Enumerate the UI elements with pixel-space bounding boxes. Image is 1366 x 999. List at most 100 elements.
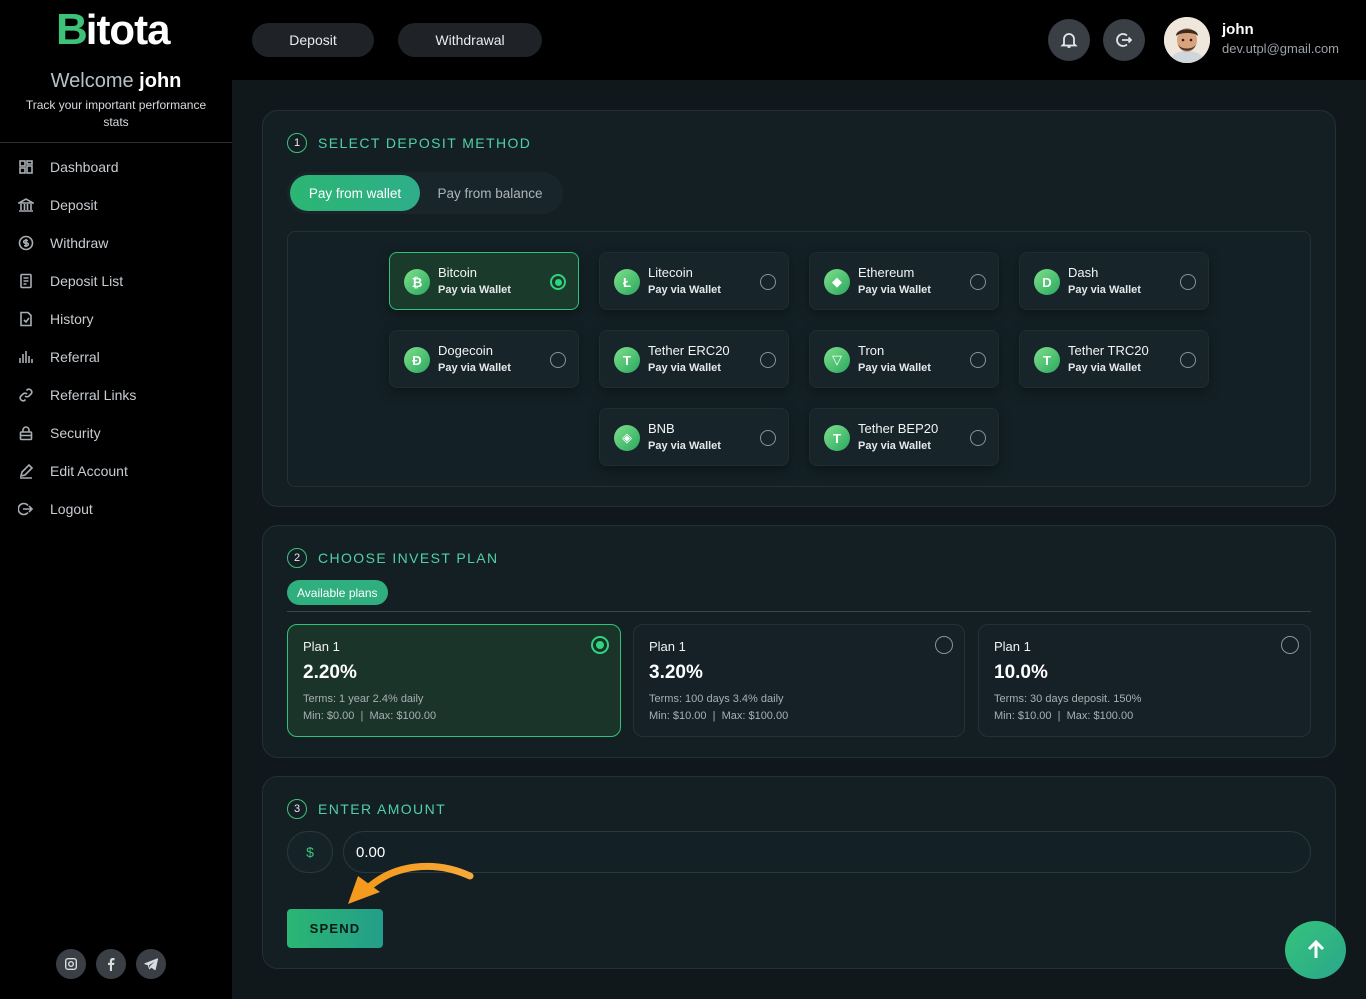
- lock-icon: [19, 426, 33, 441]
- facebook-icon: [108, 958, 115, 971]
- plan-limits: Min: $10.00 | Max: $100.00: [649, 710, 789, 722]
- bank-icon: [18, 198, 34, 212]
- tether-icon: T: [614, 347, 640, 373]
- method-radio[interactable]: [550, 274, 566, 290]
- sidebar-nav: Dashboard Deposit Withdraw Deposit List …: [0, 148, 232, 528]
- step-number: 1: [287, 133, 307, 153]
- plan-terms: Terms: 1 year 2.4% daily: [303, 693, 424, 705]
- withdrawal-button[interactable]: Withdrawal: [398, 23, 542, 57]
- method-subtitle: Pay via Wallet: [438, 362, 511, 374]
- method-tether-bep20[interactable]: T Tether BEP20 Pay via Wallet: [809, 408, 999, 466]
- sidebar-item-referral[interactable]: Referral: [0, 338, 232, 376]
- sidebar-item-referral-links[interactable]: Referral Links: [0, 376, 232, 414]
- annotation-arrow-icon: [348, 862, 474, 904]
- plan-radio[interactable]: [935, 636, 953, 654]
- method-radio[interactable]: [760, 352, 776, 368]
- sidebar-item-dashboard[interactable]: Dashboard: [0, 148, 232, 186]
- currency-symbol: $: [287, 831, 333, 873]
- welcome-text: Welcome john: [0, 70, 232, 93]
- sidebar-item-withdraw[interactable]: Withdraw: [0, 224, 232, 262]
- plan-card[interactable]: Plan 1 2.20% Terms: 1 year 2.4% daily Mi…: [287, 624, 621, 737]
- method-radio[interactable]: [970, 352, 986, 368]
- facebook-button[interactable]: [96, 949, 126, 979]
- amount-input[interactable]: [343, 831, 1311, 873]
- sidebar-item-deposit-list[interactable]: Deposit List: [0, 262, 232, 300]
- list-doc-icon: [20, 273, 32, 289]
- sidebar-divider: [0, 142, 232, 143]
- tether-bep20-icon: T: [824, 425, 850, 451]
- plan-rate: 3.20%: [649, 662, 703, 683]
- method-radio[interactable]: [760, 274, 776, 290]
- deposit-button[interactable]: Deposit: [252, 23, 374, 57]
- method-name: Dash: [1068, 265, 1099, 280]
- sidebar-item-label: Withdraw: [50, 235, 109, 251]
- litecoin-icon: Ł: [614, 269, 640, 295]
- sidebar-item-logout[interactable]: Logout: [0, 490, 232, 528]
- sidebar-item-label: Logout: [50, 501, 93, 517]
- telegram-icon: [144, 958, 158, 971]
- method-tron[interactable]: ▽ Tron Pay via Wallet: [809, 330, 999, 388]
- user-name: john: [1222, 21, 1254, 38]
- step-title: CHOOSE INVEST PLAN: [318, 550, 499, 566]
- sidebar: Bitota Welcome john Track your important…: [0, 0, 232, 999]
- plan-limits: Min: $10.00 | Max: $100.00: [994, 710, 1134, 722]
- tagline: Track your important performance stats: [25, 98, 207, 129]
- method-subtitle: Pay via Wallet: [1068, 284, 1141, 296]
- dollar-circle-icon: [18, 235, 34, 251]
- plan-card[interactable]: Plan 1 10.0% Terms: 30 days deposit. 150…: [978, 624, 1311, 737]
- plan-rate: 2.20%: [303, 662, 357, 683]
- notifications-button[interactable]: [1048, 19, 1090, 61]
- logout-icon: [1116, 33, 1133, 47]
- sidebar-item-label: History: [50, 311, 94, 327]
- history-doc-icon: [20, 311, 32, 327]
- sidebar-item-history[interactable]: History: [0, 300, 232, 338]
- logout-icon: [18, 502, 34, 516]
- logout-top-button[interactable]: [1103, 19, 1145, 61]
- method-tether-erc20[interactable]: T Tether ERC20 Pay via Wallet: [599, 330, 789, 388]
- telegram-button[interactable]: [136, 949, 166, 979]
- dogecoin-icon: Ð: [404, 347, 430, 373]
- method-ethereum[interactable]: ◆ Ethereum Pay via Wallet: [809, 252, 999, 310]
- welcome-user: john: [139, 70, 182, 92]
- topbar: Deposit Withdrawal john dev.utpl@gmail.c…: [232, 0, 1366, 80]
- plan-title: Plan 1: [303, 639, 340, 654]
- method-subtitle: Pay via Wallet: [858, 440, 931, 452]
- sidebar-item-deposit[interactable]: Deposit: [0, 186, 232, 224]
- method-litecoin[interactable]: Ł Litecoin Pay via Wallet: [599, 252, 789, 310]
- method-dogecoin[interactable]: Ð Dogecoin Pay via Wallet: [389, 330, 579, 388]
- method-name: Bitcoin: [438, 265, 478, 280]
- tab-pay-from-wallet[interactable]: Pay from wallet: [290, 175, 420, 211]
- pencil-icon: [19, 463, 34, 479]
- plan-title: Plan 1: [994, 639, 1031, 654]
- sidebar-item-edit-account[interactable]: Edit Account: [0, 452, 232, 490]
- method-dash[interactable]: D Dash Pay via Wallet: [1019, 252, 1209, 310]
- method-radio[interactable]: [760, 430, 776, 446]
- method-radio[interactable]: [1180, 352, 1196, 368]
- method-radio[interactable]: [970, 274, 986, 290]
- brand-logo[interactable]: Bitota: [56, 5, 170, 54]
- method-subtitle: Pay via Wallet: [858, 362, 931, 374]
- plan-radio[interactable]: [591, 636, 609, 654]
- sidebar-item-security[interactable]: Security: [0, 414, 232, 452]
- tab-pay-from-balance[interactable]: Pay from balance: [420, 175, 560, 211]
- scroll-to-top-button[interactable]: [1285, 921, 1346, 979]
- plan-card[interactable]: Plan 1 3.20% Terms: 100 days 3.4% daily …: [633, 624, 965, 737]
- method-bitcoin[interactable]: ₿ Bitcoin Pay via Wallet: [389, 252, 579, 310]
- method-name: Tron: [858, 343, 885, 358]
- method-radio[interactable]: [1180, 274, 1196, 290]
- welcome-label: Welcome: [50, 70, 134, 92]
- sidebar-item-label: Edit Account: [50, 463, 128, 479]
- method-name: Tether TRC20: [1068, 343, 1149, 358]
- method-radio[interactable]: [970, 430, 986, 446]
- avatar[interactable]: [1164, 17, 1210, 63]
- instagram-button[interactable]: [56, 949, 86, 979]
- dash-icon: D: [1034, 269, 1060, 295]
- step-2-header: 2 CHOOSE INVEST PLAN: [287, 548, 499, 568]
- method-tether-trc20[interactable]: T Tether TRC20 Pay via Wallet: [1019, 330, 1209, 388]
- method-name: Ethereum: [858, 265, 915, 280]
- plan-radio[interactable]: [1281, 636, 1299, 654]
- available-plans-badge[interactable]: Available plans: [287, 580, 388, 605]
- method-radio[interactable]: [550, 352, 566, 368]
- method-bnb[interactable]: ◈ BNB Pay via Wallet: [599, 408, 789, 466]
- bar-chart-icon: [19, 351, 33, 363]
